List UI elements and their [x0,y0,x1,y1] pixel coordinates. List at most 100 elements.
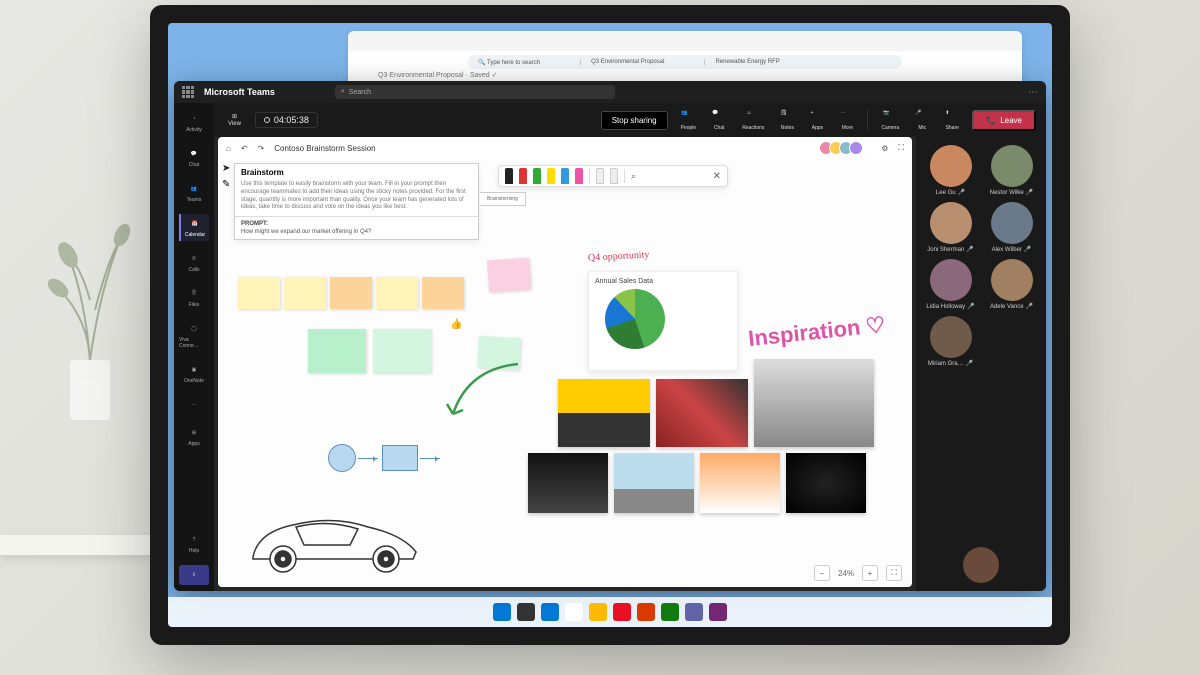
pen-blue[interactable] [561,168,569,184]
calendar-icon: 📅 [188,217,202,231]
taskbar-app-icon[interactable] [565,603,583,621]
participant-tile[interactable]: Nestor Wilke 🎤 [983,145,1040,196]
taskbar-app-icon[interactable] [709,603,727,621]
rail-onenote[interactable]: ▣OneNote [179,360,209,387]
gear-icon[interactable]: ⚙ [881,144,888,153]
redo-icon[interactable]: ↷ [258,144,265,153]
sticky-note[interactable] [376,277,418,309]
taskbar-app-icon[interactable] [637,603,655,621]
inspiration-image[interactable] [700,453,780,513]
expand-icon[interactable]: ⛶ [898,143,904,153]
rail-chat[interactable]: 💬Chat [179,144,209,171]
highlighter-tool[interactable] [610,168,618,184]
inspiration-image[interactable] [614,453,694,513]
share-icon: ⬆ [945,110,959,124]
background-doc-tab[interactable]: Q3 Environmental Proposal · Saved ✓ [368,69,507,81]
apps-button[interactable]: +Apps [807,110,827,131]
inspiration-image[interactable] [754,359,874,447]
rail-activity[interactable]: ◔Activity [179,109,209,136]
background-titlebar [348,31,1022,51]
taskbar-app-icon[interactable] [613,603,631,621]
stop-sharing-button[interactable]: Stop sharing [601,111,668,130]
participant-name: Joni Sherman 🎤 [927,246,974,253]
mic-muted-icon: 🎤 [958,189,965,196]
rail-more-apps[interactable]: ⋯ [179,395,209,415]
inspiration-image[interactable] [786,453,866,513]
pen-pink[interactable] [575,168,583,184]
sticky-note[interactable] [487,258,531,293]
pointer-tool-icon[interactable]: ➤ [222,163,230,174]
participant-tile[interactable]: Lee Gu 🎤 [922,145,979,196]
zoom-in-button[interactable]: + [862,565,878,581]
sticky-note[interactable] [308,329,366,373]
taskbar-app-icon[interactable] [685,603,703,621]
camera-button[interactable]: 📷Camera [878,110,902,131]
flowchart-start[interactable] [328,444,356,472]
rail-files[interactable]: 🗎Files [179,284,209,311]
taskbar-app-icon[interactable] [589,603,607,621]
eraser-tool[interactable] [596,168,604,184]
thumbs-up-icon[interactable]: 👍 [450,319,460,329]
brainstorm-tab[interactable]: Brainstorming [480,192,526,206]
share-button[interactable]: ⬆Share [942,110,962,131]
rail-help[interactable]: ?Help [179,530,209,557]
inspiration-image[interactable] [558,379,650,447]
taskbar-app-icon[interactable] [661,603,679,621]
leave-button[interactable]: 📞Leave [972,110,1036,131]
rail-teams[interactable]: 👥Teams [179,179,209,206]
app-launcher-icon[interactable] [182,86,194,98]
background-search-bar[interactable]: 🔍 Type here to search Q3 Environmental P… [468,55,902,69]
sticky-note[interactable] [238,277,280,309]
notes-button[interactable]: 🗒Notes [777,110,797,131]
search-icon: ⌕ [341,88,345,96]
participant-tile[interactable]: Miriam Gra… 🎤 [922,316,979,367]
fit-screen-button[interactable]: ⛶ [886,565,902,581]
sticky-note[interactable] [422,277,464,309]
pen-green[interactable] [533,168,541,184]
participant-tile[interactable]: Alex Wilber 🎤 [983,202,1040,253]
inspiration-image[interactable] [528,453,608,513]
whiteboard-container: ⌂ ↶ ↷ Contoso Brainstorm Session ⚙ [214,137,916,591]
car-sketch[interactable] [238,497,428,577]
sticky-note[interactable] [284,277,326,309]
rail-download[interactable]: ⬇ [179,565,209,585]
people-button[interactable]: 👥People [678,110,700,131]
rail-apps[interactable]: ⊞Apps [179,423,209,450]
zoom-out-button[interactable]: − [814,565,830,581]
taskbar-app-icon[interactable] [493,603,511,621]
chart-card[interactable]: Annual Sales Data [588,271,738,371]
sticky-note[interactable] [330,277,372,309]
chat-button[interactable]: 💬Chat [709,110,729,131]
reactions-button[interactable]: ☺Reactions [739,110,767,131]
mic-button[interactable]: 🎤Mic [912,110,932,131]
sticky-note[interactable] [373,329,431,373]
rail-calls[interactable]: ✆Calls [179,249,209,276]
participant-tile[interactable]: Lidia Holloway 🎤 [922,259,979,310]
view-button[interactable]: ⊞ View [224,111,245,129]
taskbar-app-icon[interactable] [541,603,559,621]
self-video-tile[interactable] [963,547,999,583]
pen-tool-icon[interactable]: ✎ [222,179,230,190]
brainstorm-description: Use this template to easily brainstorm w… [235,181,478,216]
collaborator-avatars[interactable] [823,141,863,155]
taskbar-app-icon[interactable] [517,603,535,621]
pen-black[interactable] [505,168,513,184]
whiteboard-canvas[interactable]: ➤ ✎ [218,159,912,587]
more-button[interactable]: ⋯More [837,110,857,131]
pen-red[interactable] [519,168,527,184]
undo-icon[interactable]: ↶ [241,144,248,153]
teams-window: Microsoft Teams ⌕ Search ⋯ ◔Activity 💬Ch… [174,81,1046,591]
more-options-icon[interactable]: ⋯ [1028,87,1038,98]
home-icon[interactable]: ⌂ [226,144,231,153]
teams-search-input[interactable]: ⌕ Search [335,85,615,99]
lasso-icon[interactable]: ⌕ [631,171,636,182]
participant-tile[interactable]: Adele Vance 🎤 [983,259,1040,310]
flowchart-step[interactable] [382,445,418,471]
rail-calendar[interactable]: 📅Calendar [179,214,209,241]
participant-tile[interactable]: Joni Sherman 🎤 [922,202,979,253]
rail-viva[interactable]: ◯Viva Conne… [179,319,209,352]
camera-icon: 📷 [883,110,897,124]
inspiration-image[interactable] [656,379,748,447]
pen-yellow[interactable] [547,168,555,184]
close-icon[interactable]: ✕ [713,171,721,182]
